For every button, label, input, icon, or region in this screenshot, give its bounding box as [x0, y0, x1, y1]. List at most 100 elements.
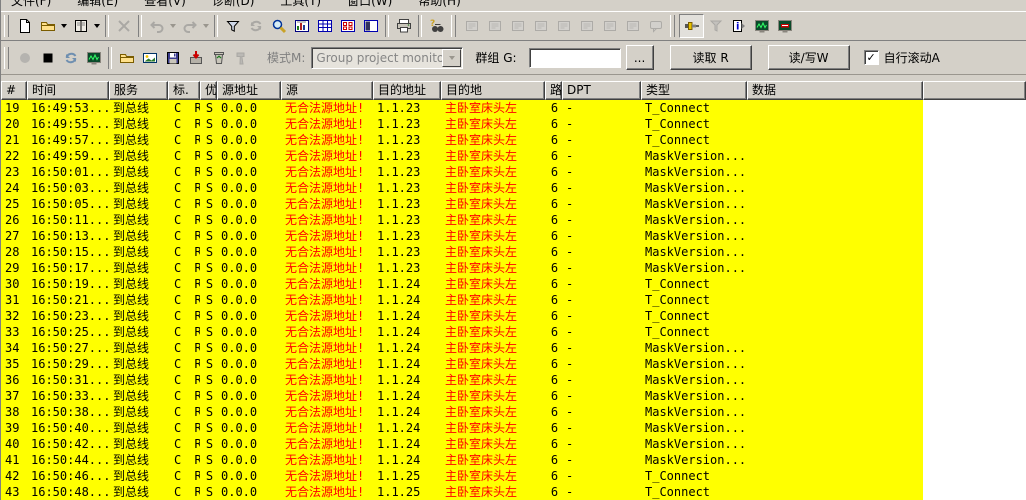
- column-header-11[interactable]: DPT: [562, 81, 641, 100]
- connect-button[interactable]: [679, 14, 704, 38]
- clear-refresh-button[interactable]: [59, 47, 82, 69]
- column-header-12[interactable]: 类型: [641, 81, 747, 100]
- chart-view-button[interactable]: [290, 15, 313, 37]
- table-row[interactable]: 2916:50:17...到总线C RS0.0.0无合法源地址!1.1.23主卧…: [1, 260, 923, 276]
- cell-c-num: 43: [1, 484, 27, 500]
- column-header-4[interactable]: 标.: [168, 81, 200, 100]
- menu-item-2[interactable]: 编辑(E): [77, 0, 118, 8]
- menu-item-3[interactable]: 查看(V): [144, 0, 186, 8]
- print-button[interactable]: [392, 15, 415, 37]
- toolbar-grip[interactable]: [4, 47, 9, 69]
- help-search-button[interactable]: ?: [425, 15, 448, 37]
- group-address-input[interactable]: [529, 48, 621, 68]
- monitor-button-1[interactable]: [750, 15, 773, 37]
- open-button[interactable]: [36, 15, 59, 37]
- info-button[interactable]: i: [727, 15, 750, 37]
- autoscroll-checkbox[interactable]: ✓: [864, 50, 879, 65]
- column-header-2[interactable]: 时间: [27, 81, 109, 100]
- table-row[interactable]: 3416:50:27...到总线C RS0.0.0无合法源地址!1.1.24主卧…: [1, 340, 923, 356]
- table-row[interactable]: 3916:50:40...到总线C RS0.0.0无合法源地址!1.1.24主卧…: [1, 420, 923, 436]
- table-row[interactable]: 2216:49:59...到总线C RS0.0.0无合法源地址!1.1.23主卧…: [1, 148, 923, 164]
- table-row[interactable]: 4216:50:46...到总线C RS0.0.0无合法源地址!1.1.25主卧…: [1, 468, 923, 484]
- column-header-3[interactable]: 服务: [109, 81, 168, 100]
- filter-button[interactable]: [221, 15, 244, 37]
- table-row[interactable]: 2016:49:55...到总线C RS0.0.0无合法源地址!1.1.23主卧…: [1, 116, 923, 132]
- open-file-button[interactable]: [115, 47, 138, 69]
- open-panel-button[interactable]: [82, 47, 105, 69]
- cell-c-prio: S: [200, 436, 217, 452]
- column-header-13[interactable]: 数据: [747, 81, 923, 100]
- toolbar-grip[interactable]: [670, 15, 675, 37]
- cell-c-flags: C R: [168, 180, 200, 196]
- table-row[interactable]: 1916:49:53...到总线C RS0.0.0无合法源地址!1.1.23主卧…: [1, 100, 923, 116]
- cell-c-data: [747, 404, 923, 420]
- mode-combobox[interactable]: Group project monito: [311, 47, 463, 69]
- browse-button[interactable]: ...: [626, 45, 654, 70]
- table-row[interactable]: 2316:50:01...到总线C RS0.0.0无合法源地址!1.1.23主卧…: [1, 164, 923, 180]
- cell-c-num: 34: [1, 340, 27, 356]
- cell-c-data: [747, 212, 923, 228]
- cell-c-service: 到总线: [109, 452, 168, 468]
- toolbar-grip[interactable]: [4, 15, 9, 37]
- column-header-10[interactable]: 路: [545, 81, 562, 100]
- table-row[interactable]: 3216:50:23...到总线C RS0.0.0无合法源地址!1.1.24主卧…: [1, 308, 923, 324]
- table-row[interactable]: 3116:50:21...到总线C RS0.0.0无合法源地址!1.1.24主卧…: [1, 292, 923, 308]
- column-header-7[interactable]: 源: [281, 81, 373, 100]
- save-button[interactable]: [161, 47, 184, 69]
- table-row[interactable]: 3316:50:25...到总线C RS0.0.0无合法源地址!1.1.24主卧…: [1, 324, 923, 340]
- dump-button[interactable]: [184, 47, 207, 69]
- find-button[interactable]: [267, 15, 290, 37]
- cell-c-dstaddr: 1.1.24: [373, 372, 441, 388]
- column-header-5[interactable]: 优: [200, 81, 217, 100]
- address-book-button-dropdown-arrow-icon[interactable]: [92, 15, 102, 37]
- table-row[interactable]: 2716:50:13...到总线C RS0.0.0无合法源地址!1.1.23主卧…: [1, 228, 923, 244]
- cell-c-dstaddr: 1.1.23: [373, 196, 441, 212]
- cell-c-dst: 主卧室床头左: [441, 196, 545, 212]
- column-header-6[interactable]: 源地址: [217, 81, 281, 100]
- open-button-dropdown-arrow-icon[interactable]: [59, 15, 69, 37]
- cell-c-dpt: -: [562, 276, 641, 292]
- cell-c-route: 6: [545, 452, 562, 468]
- column-header-8[interactable]: 目的地址: [373, 81, 441, 100]
- mode-dropdown-arrow-icon[interactable]: [442, 49, 461, 67]
- group-view-button[interactable]: [336, 15, 359, 37]
- table-row[interactable]: 2116:49:57...到总线C RS0.0.0无合法源地址!1.1.23主卧…: [1, 132, 923, 148]
- address-book-button[interactable]: [69, 15, 92, 37]
- cell-c-num: 38: [1, 404, 27, 420]
- column-header-1[interactable]: #: [1, 81, 27, 100]
- table-row[interactable]: 3616:50:31...到总线C RS0.0.0无合法源地址!1.1.24主卧…: [1, 372, 923, 388]
- trash-button[interactable]: [207, 47, 230, 69]
- cell-c-time: 16:50:27...: [27, 340, 109, 356]
- new-document-button[interactable]: [13, 15, 36, 37]
- menu-item-4[interactable]: 诊断(D): [212, 0, 255, 8]
- table-row[interactable]: 4316:50:48...到总线C RS0.0.0无合法源地址!1.1.25主卧…: [1, 484, 923, 500]
- table-view-button[interactable]: [313, 15, 336, 37]
- read-button[interactable]: 读取 R: [670, 45, 752, 70]
- cell-c-dst: 主卧室床头左: [441, 260, 545, 276]
- table-row[interactable]: 2516:50:05...到总线C RS0.0.0无合法源地址!1.1.23主卧…: [1, 196, 923, 212]
- table-row[interactable]: 3016:50:19...到总线C RS0.0.0无合法源地址!1.1.24主卧…: [1, 276, 923, 292]
- cell-c-data: [747, 228, 923, 244]
- table-row[interactable]: 2616:50:11...到总线C RS0.0.0无合法源地址!1.1.23主卧…: [1, 212, 923, 228]
- stop-button[interactable]: [36, 47, 59, 69]
- monitor-button-2[interactable]: [773, 15, 796, 37]
- table-row[interactable]: 4016:50:42...到总线C RS0.0.0无合法源地址!1.1.24主卧…: [1, 436, 923, 452]
- table-row[interactable]: 2416:50:03...到总线C RS0.0.0无合法源地址!1.1.23主卧…: [1, 180, 923, 196]
- split-view-button[interactable]: [359, 15, 382, 37]
- cell-c-type: MaskVersion...: [641, 260, 747, 276]
- image-export-button[interactable]: [138, 47, 161, 69]
- toolbar-grip[interactable]: [451, 15, 456, 37]
- cell-c-dst: 主卧室床头左: [441, 324, 545, 340]
- cell-c-data: [747, 196, 923, 212]
- read-write-button[interactable]: 读/写W: [768, 45, 850, 70]
- table-row[interactable]: 3716:50:33...到总线C RS0.0.0无合法源地址!1.1.24主卧…: [1, 388, 923, 404]
- menu-item-1[interactable]: 文件(F): [11, 0, 51, 8]
- table-row[interactable]: 3516:50:29...到总线C RS0.0.0无合法源地址!1.1.24主卧…: [1, 356, 923, 372]
- table-row[interactable]: 3816:50:38...到总线C RS0.0.0无合法源地址!1.1.24主卧…: [1, 404, 923, 420]
- table-row[interactable]: 4116:50:44...到总线C RS0.0.0无合法源地址!1.1.24主卧…: [1, 452, 923, 468]
- menu-item-7[interactable]: 帮助(H): [418, 0, 460, 8]
- menu-item-5[interactable]: 工具(T): [280, 0, 321, 8]
- column-header-9[interactable]: 目的地: [441, 81, 545, 100]
- menu-item-6[interactable]: 窗口(W): [347, 0, 392, 8]
- table-row[interactable]: 2816:50:15...到总线C RS0.0.0无合法源地址!1.1.23主卧…: [1, 244, 923, 260]
